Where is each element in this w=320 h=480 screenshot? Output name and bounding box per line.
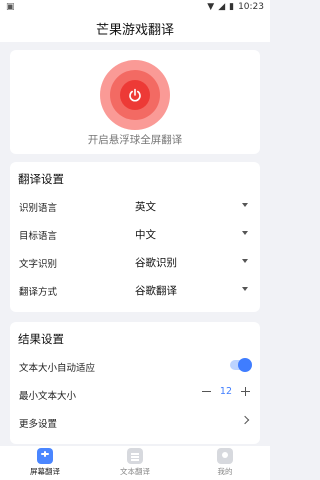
tab-screen-translate[interactable]: 屏幕翻译 xyxy=(0,446,90,480)
min-text-size-stepper: 12 xyxy=(201,386,250,397)
tab-mine[interactable]: 我的 xyxy=(180,446,270,480)
tab-text-translate[interactable]: 文本翻译 xyxy=(90,446,180,480)
more-settings-row[interactable]: 更多设置 xyxy=(10,408,260,436)
min-text-size-row: 最小文本大小 12 xyxy=(10,380,260,408)
ocr-row[interactable]: 文字识别 谷歌识别 xyxy=(10,248,260,276)
recognize-language-label: 识别语言 xyxy=(19,203,58,214)
signal-icon: ◢ xyxy=(218,2,226,12)
result-settings-card: 结果设置 文本大小自动适应 最小文本大小 12 更多设置 xyxy=(10,322,260,444)
recognize-language-value: 英文 xyxy=(135,201,156,213)
plus-icon[interactable] xyxy=(241,387,250,396)
dropdown-arrow-icon xyxy=(242,287,248,291)
tab-label: 我的 xyxy=(217,467,233,476)
status-bar: ▣ ▼ ◢ ▮ 10:23 xyxy=(0,0,270,14)
tab-label: 屏幕翻译 xyxy=(30,467,60,476)
minus-icon[interactable] xyxy=(201,390,211,393)
result-settings-title: 结果设置 xyxy=(18,332,64,346)
power-icon xyxy=(129,88,141,102)
min-text-size-label: 最小文本大小 xyxy=(19,391,77,402)
dropdown-arrow-icon xyxy=(242,203,248,207)
wifi-icon: ▼ xyxy=(207,2,215,12)
auto-fit-label: 文本大小自动适应 xyxy=(19,363,96,374)
app-notification-icon: ▣ xyxy=(6,2,15,12)
translate-settings-title: 翻译设置 xyxy=(18,172,64,186)
tab-label: 文本翻译 xyxy=(120,467,150,476)
target-language-label: 目标语言 xyxy=(19,231,58,242)
page-title: 芒果游戏翻译 xyxy=(95,22,174,38)
user-icon xyxy=(217,448,233,464)
app-header: 芒果游戏翻译 xyxy=(0,14,270,42)
more-settings-label: 更多设置 xyxy=(19,419,58,430)
translate-method-value: 谷歌翻译 xyxy=(135,285,177,297)
translate-settings-card: 翻译设置 识别语言 英文 目标语言 中文 文字识别 谷歌识别 翻译方式 谷歌翻译 xyxy=(10,162,260,312)
translate-method-row[interactable]: 翻译方式 谷歌翻译 xyxy=(10,276,260,304)
dropdown-arrow-icon xyxy=(242,259,248,263)
bottom-tab-bar: 屏幕翻译 文本翻译 我的 xyxy=(0,446,270,480)
auto-fit-toggle[interactable] xyxy=(230,358,252,372)
min-text-size-value: 12 xyxy=(219,386,232,397)
recognize-language-row[interactable]: 识别语言 英文 xyxy=(10,192,260,220)
dropdown-arrow-icon xyxy=(242,231,248,235)
target-language-value: 中文 xyxy=(135,229,156,241)
status-time: 10:23 xyxy=(238,2,264,12)
ocr-value: 谷歌识别 xyxy=(135,257,177,269)
chevron-right-icon xyxy=(240,415,250,425)
power-card: 开启悬浮球全屏翻译 xyxy=(10,50,260,154)
power-label: 开启悬浮球全屏翻译 xyxy=(87,134,183,146)
gamepad-icon xyxy=(37,448,53,464)
document-icon xyxy=(127,448,143,464)
battery-icon: ▮ xyxy=(229,2,235,12)
translate-method-label: 翻译方式 xyxy=(19,287,58,298)
target-language-row[interactable]: 目标语言 中文 xyxy=(10,220,260,248)
ocr-label: 文字识别 xyxy=(19,259,58,270)
power-button[interactable] xyxy=(100,60,170,130)
auto-fit-row: 文本大小自动适应 xyxy=(10,352,260,380)
